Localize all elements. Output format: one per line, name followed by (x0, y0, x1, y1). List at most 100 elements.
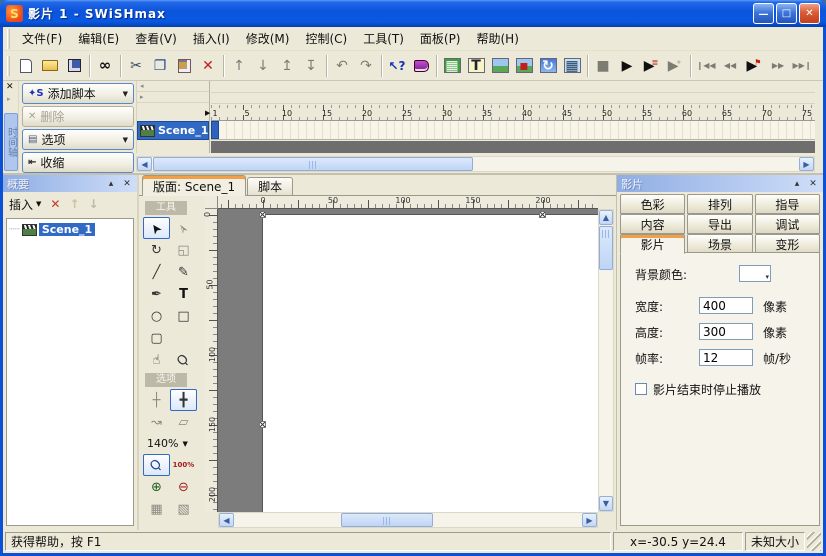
close-button[interactable]: ✕ (799, 3, 820, 24)
cut-button[interactable]: ✂ (124, 54, 148, 78)
move-item-down-button[interactable]: ↓ (89, 197, 99, 211)
frame-ruler[interactable]: ▶151015202530354045505560657075 (211, 105, 815, 121)
scene-frames-row[interactable] (211, 121, 815, 140)
resize-grip[interactable] (807, 532, 821, 551)
panel-tab-1[interactable]: 排列 (687, 194, 752, 214)
insert-image-button[interactable] (488, 54, 512, 78)
menu-item-c[interactable]: 控制(C) (297, 27, 355, 50)
panel-tab-3[interactable]: 内容 (620, 214, 685, 234)
find-button[interactable]: ∞ (93, 54, 117, 78)
insert-text-button[interactable]: T (464, 54, 488, 78)
timeline-scroll-thumb[interactable] (153, 157, 473, 171)
scroll-down-icon[interactable]: ▼ (599, 496, 613, 511)
stop-button[interactable]: ■ (591, 54, 615, 78)
delete-button[interactable]: ✕ (196, 54, 220, 78)
stop-at-end-checkbox[interactable] (635, 383, 647, 395)
timeline-expand-icon[interactable]: ▸ (7, 95, 11, 103)
stage-handle-top-left[interactable] (259, 211, 266, 218)
panel-tab-7[interactable]: 场景 (687, 234, 752, 254)
panel-tab-5[interactable]: 调试 (755, 214, 820, 234)
autoshape-tool[interactable]: ▢ (143, 327, 170, 349)
background-color-picker[interactable]: ▾ (739, 265, 771, 282)
title-bar[interactable]: S 影片 1 - SWiSHmax — □ ✕ (0, 0, 826, 27)
timeline-tab[interactable]: 时间轴 (4, 113, 18, 171)
play-button[interactable]: ▶ (615, 54, 639, 78)
insert-sprite-button[interactable]: ↻ (536, 54, 560, 78)
add-script-button[interactable]: ✦S添加脚本▼ (22, 83, 134, 104)
panel-close-button[interactable]: ✕ (807, 179, 819, 189)
bring-to-front-button[interactable]: ↥ (275, 54, 299, 78)
scroll-right-icon[interactable]: ▶ (799, 157, 814, 171)
pen-tool[interactable]: ✒ (143, 283, 170, 305)
scroll-up-icon[interactable]: ▲ (599, 210, 613, 225)
minimize-button[interactable]: — (753, 3, 774, 24)
smooth-curve-tool[interactable]: ↝ (143, 411, 170, 433)
zoom-in-button[interactable]: ⊕ (143, 476, 170, 498)
frame-1-cell[interactable] (211, 121, 219, 139)
panel-tab-0[interactable]: 色彩 (620, 194, 685, 214)
text-tool[interactable]: T (170, 283, 197, 305)
panel-collapse-button[interactable]: ▴ (105, 179, 117, 189)
new-button[interactable] (14, 54, 38, 78)
timeline-scene-row-header[interactable]: Scene_1 (137, 121, 209, 140)
insert-frames-button[interactable]: ▦ (560, 54, 584, 78)
tab-layout[interactable]: 版面: Scene_1 (142, 175, 246, 196)
insert-scene-button[interactable]: ▦ (440, 54, 464, 78)
timeline-mini-row-1[interactable]: ◂ (137, 81, 209, 92)
tree-item-scene[interactable]: ┄┄Scene_1 (7, 219, 133, 240)
copy-button[interactable]: ❐ (148, 54, 172, 78)
timeline-close-button[interactable]: ✕ (6, 82, 14, 92)
redo-button[interactable]: ↷ (354, 54, 378, 78)
pencil-tool[interactable]: ✎ (170, 261, 197, 283)
send-to-back-button[interactable]: ↧ (299, 54, 323, 78)
menubar-gripper[interactable] (7, 29, 10, 49)
width-input[interactable] (699, 297, 753, 314)
canvas-hscroll-thumb[interactable] (341, 513, 433, 527)
panel-tab-2[interactable]: 指导 (755, 194, 820, 214)
move-down-button[interactable]: ↓ (251, 54, 275, 78)
transform-anchor-tool[interactable]: ┼ (143, 389, 170, 411)
canvas-vscroll-thumb[interactable] (599, 226, 613, 270)
move-item-up-button[interactable]: ↑ (69, 197, 79, 211)
toolbar-gripper[interactable] (7, 56, 10, 76)
play-effect-button[interactable]: ▶✦ (663, 54, 687, 78)
tab-script[interactable]: 脚本 (247, 177, 293, 195)
play-from-frame-button[interactable]: ▶⚑ (742, 54, 766, 78)
canvas-vertical-scrollbar[interactable]: ▲ ▼ (598, 209, 614, 512)
go-to-end-button[interactable]: ▶▶❙ (790, 54, 814, 78)
edit-grid-button[interactable]: ▧ (170, 498, 197, 520)
panel-tab-4[interactable]: 导出 (687, 214, 752, 234)
menu-item-e[interactable]: 编辑(E) (70, 27, 127, 50)
framerate-input[interactable] (699, 349, 753, 366)
paste-button[interactable] (172, 54, 196, 78)
move-up-button[interactable]: ↑ (227, 54, 251, 78)
snap-to-object-toggle[interactable]: ╋ (170, 389, 197, 411)
insert-button[interactable]: 插入▼ (9, 196, 41, 213)
zoom-area-button[interactable]: Ϙ (143, 454, 170, 476)
maximize-button[interactable]: □ (776, 3, 797, 24)
delete-object-button[interactable]: ✕ (50, 197, 60, 211)
menu-item-v[interactable]: 查看(V) (127, 27, 185, 50)
show-grid-button[interactable]: ▦ (143, 498, 170, 520)
delete-script-button[interactable]: ✕删除 (22, 106, 134, 127)
menu-item-p[interactable]: 面板(P) (412, 27, 469, 50)
panel-tab-8[interactable]: 变形 (755, 234, 820, 254)
movie-panel-titlebar[interactable]: 影片 ▴ ✕ (617, 175, 823, 192)
stage-handle-top-middle[interactable] (539, 211, 546, 218)
context-help-button[interactable]: ↖? (385, 54, 409, 78)
panel-collapse-button[interactable]: ▴ (791, 179, 803, 189)
timeline-mini-row-2[interactable]: ▸ (137, 92, 209, 103)
insert-content-button[interactable]: ▪ (512, 54, 536, 78)
shrink-button[interactable]: ⇤收缩 (22, 152, 134, 173)
scroll-left-icon[interactable]: ◀ (137, 157, 152, 171)
rotate-transform-tool[interactable]: ↻ (143, 239, 170, 261)
go-to-start-button[interactable]: ❙◀◀ (694, 54, 718, 78)
pan-tool[interactable]: ☝ (143, 349, 170, 371)
reshape-tool[interactable]: ▱ (170, 411, 197, 433)
zoom-100-button[interactable]: 100% (170, 454, 197, 476)
ellipse-tool[interactable]: ○ (143, 305, 170, 327)
undo-button[interactable]: ↶ (330, 54, 354, 78)
menu-item-i[interactable]: 插入(I) (185, 27, 238, 50)
step-forward-button[interactable]: ▶▶ (766, 54, 790, 78)
canvas-viewport[interactable] (218, 209, 598, 512)
